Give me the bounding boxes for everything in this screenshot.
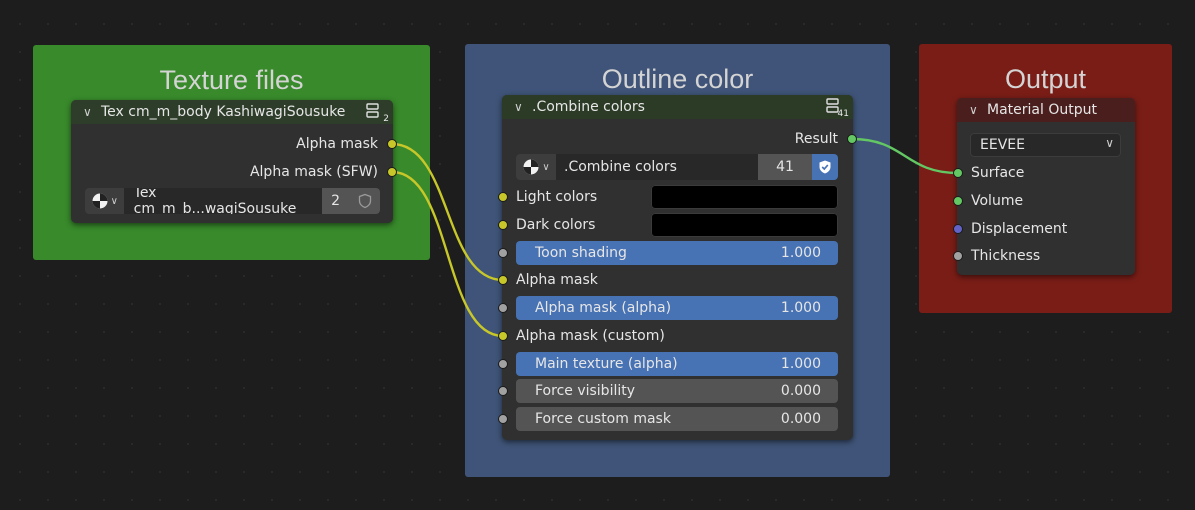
combine-node-group-selector[interactable]: ∨ .Combine colors 41 [516, 154, 838, 180]
tex-node-users-badge: 2 [383, 114, 389, 124]
light-colors-swatch[interactable] [651, 185, 838, 209]
chevron-down-icon: ∨ [110, 195, 118, 207]
fake-user-shield-icon[interactable] [812, 154, 838, 180]
link-alpha-mask [391, 142, 504, 282]
tex-node-group-name[interactable]: Tex cm_m_b...wagiSousuke [123, 188, 323, 214]
tex-node-title: Tex cm_m_body KashiwagiSousuke [101, 104, 346, 120]
output-node-header[interactable]: ∨ Material Output [957, 98, 1135, 122]
surface-socket[interactable] [953, 168, 963, 178]
tex-node-header[interactable]: ∨ Tex cm_m_body KashiwagiSousuke [71, 100, 393, 124]
alpha-mask-custom-socket[interactable] [498, 331, 508, 341]
input-label: Volume [971, 193, 1024, 209]
displacement-row: Displacement [971, 219, 1067, 239]
input-label: Thickness [971, 248, 1041, 264]
slider-label: Main texture (alpha) [535, 356, 678, 372]
tex-output-alpha-mask-sfw-socket[interactable] [387, 167, 397, 177]
surface-row: Surface [971, 163, 1024, 183]
slider-value: 0.000 [780, 411, 821, 427]
render-target-dropdown[interactable]: EEVEE ∨ [970, 133, 1121, 157]
combine-node-title: .Combine colors [532, 99, 645, 115]
tex-node[interactable]: ∨ Tex cm_m_body KashiwagiSousuke 2 Alpha… [71, 100, 397, 223]
light-colors-socket[interactable] [498, 192, 508, 202]
combine-node-group-users[interactable]: 41 [758, 154, 812, 180]
volume-socket[interactable] [953, 196, 963, 206]
output-label: Alpha mask (SFW) [249, 164, 378, 180]
chevron-down-icon: ∨ [542, 161, 550, 173]
combine-node-header[interactable]: ∨ .Combine colors [502, 95, 853, 119]
output-label: Alpha mask [296, 136, 378, 152]
slider-label: Alpha mask (alpha) [535, 300, 672, 316]
input-label: Surface [971, 165, 1025, 181]
link-result-surface [851, 137, 959, 175]
dark-colors-row: Dark colors [516, 215, 595, 235]
dark-colors-swatch[interactable] [651, 213, 838, 237]
tex-node-group-selector[interactable]: ∨ Tex cm_m_b...wagiSousuke 2 [85, 188, 380, 214]
combine-output-result-socket[interactable] [847, 134, 857, 144]
force-visibility-socket[interactable] [498, 386, 508, 396]
combine-node-users-badge: 41 [837, 109, 849, 119]
combine-node-group-name[interactable]: .Combine colors [556, 154, 758, 180]
collapse-chevron-icon[interactable]: ∨ [514, 100, 532, 114]
alpha-mask-socket[interactable] [498, 275, 508, 285]
thickness-row: Thickness [971, 246, 1040, 266]
volume-row: Volume [971, 191, 1023, 211]
output-label: Result [794, 131, 838, 147]
combine-colors-node[interactable]: ∨ .Combine colors 41 Result ∨ .Combine c… [498, 95, 857, 440]
input-label: Dark colors [516, 217, 596, 233]
force-visibility-slider[interactable]: Force visibility 0.000 [516, 379, 838, 403]
input-label: Displacement [971, 221, 1068, 237]
tex-output-alpha-mask-socket[interactable] [387, 139, 397, 149]
slider-value: 1.000 [780, 245, 821, 261]
node-tree-icon[interactable]: ∨ [85, 188, 124, 214]
output-node-title: Material Output [987, 102, 1097, 118]
slider-label: Toon shading [535, 245, 627, 261]
tex-output-alpha-mask-sfw: Alpha mask (SFW) [250, 162, 378, 182]
render-target-value: EEVEE [980, 137, 1025, 153]
tex-output-alpha-mask: Alpha mask [296, 134, 378, 154]
input-label: Alpha mask (custom) [516, 328, 665, 344]
alpha-mask-alpha-slider[interactable]: Alpha mask (alpha) 1.000 [516, 296, 838, 320]
alpha-mask-row: Alpha mask [516, 270, 598, 290]
input-label: Light colors [516, 189, 598, 205]
light-colors-row: Light colors [516, 187, 597, 207]
slider-value: 1.000 [780, 356, 821, 372]
main-texture-alpha-slider[interactable]: Main texture (alpha) 1.000 [516, 352, 838, 376]
tex-node-group-users[interactable]: 2 [322, 188, 350, 214]
toon-shading-slider[interactable]: Toon shading 1.000 [516, 241, 838, 265]
chevron-down-icon: ∨ [1105, 136, 1114, 150]
node-group-icon: 2 [365, 103, 389, 124]
slider-value: 1.000 [780, 300, 821, 316]
force-custom-mask-slider[interactable]: Force custom mask 0.000 [516, 407, 838, 431]
fake-user-shield-icon[interactable] [349, 188, 380, 214]
toon-shading-socket[interactable] [498, 248, 508, 258]
node-group-icon: 41 [825, 98, 849, 119]
collapse-chevron-icon[interactable]: ∨ [969, 103, 987, 117]
thickness-socket[interactable] [953, 251, 963, 261]
slider-value: 0.000 [780, 383, 821, 399]
link-alpha-mask-sfw [391, 170, 504, 338]
material-output-node[interactable]: ∨ Material Output EEVEE ∨ Surface Volume… [953, 98, 1135, 275]
alpha-mask-alpha-socket[interactable] [498, 303, 508, 313]
node-tree-icon[interactable]: ∨ [516, 154, 556, 180]
dark-colors-socket[interactable] [498, 220, 508, 230]
combine-output-result: Result [795, 129, 838, 149]
main-texture-alpha-socket[interactable] [498, 359, 508, 369]
alpha-mask-custom-row: Alpha mask (custom) [516, 326, 665, 346]
collapse-chevron-icon[interactable]: ∨ [83, 105, 101, 119]
displacement-socket[interactable] [953, 224, 963, 234]
input-label: Alpha mask [516, 272, 598, 288]
slider-label: Force visibility [535, 383, 636, 399]
force-custom-mask-socket[interactable] [498, 414, 508, 424]
slider-label: Force custom mask [535, 411, 671, 427]
